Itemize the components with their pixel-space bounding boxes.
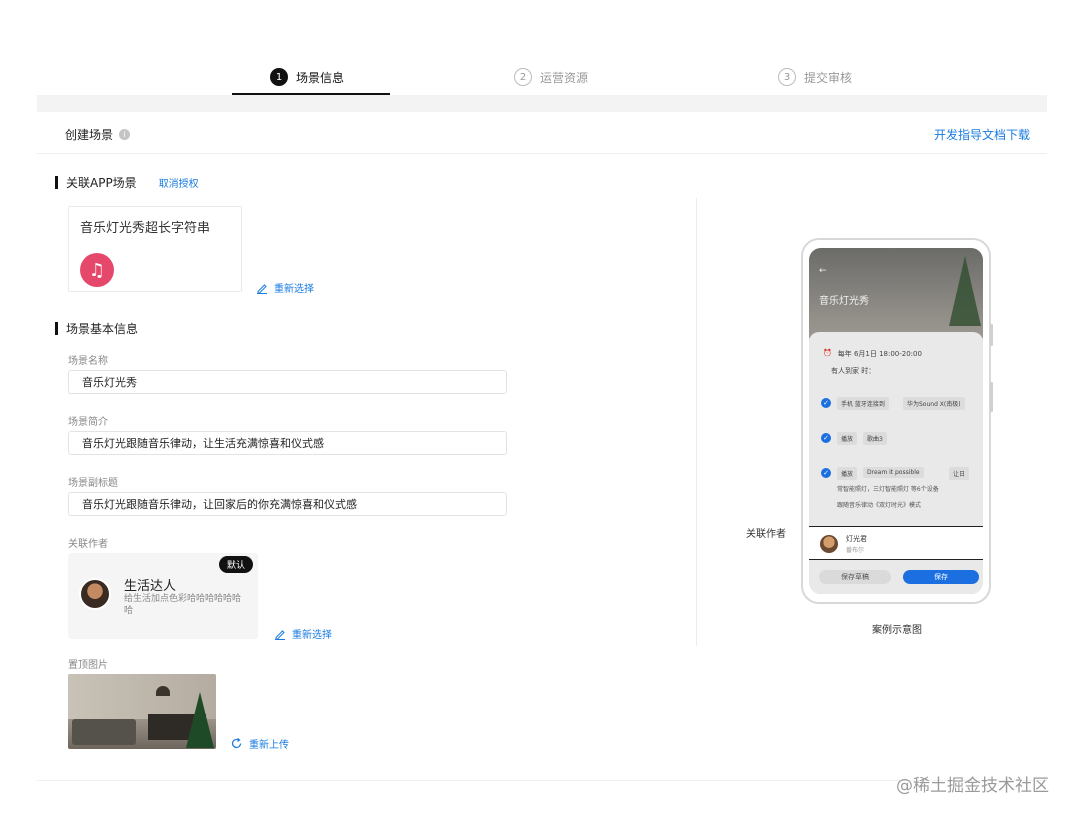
preview-caption: 案例示意图	[872, 625, 922, 636]
dev-doc-download-link[interactable]: 开发指导文档下载	[934, 126, 1030, 143]
header-band	[37, 95, 1047, 112]
cover-image	[68, 674, 216, 749]
cover-image-label: 置顶图片	[68, 660, 108, 671]
reupload-button[interactable]: 重新上传	[230, 736, 289, 751]
stepper: 1 场景信息 2 运营资源 3 提交审核	[0, 0, 1080, 96]
cancel-auth-link[interactable]: 取消授权	[159, 175, 199, 190]
preview-save-button: 保存	[903, 570, 979, 584]
scene-intro-label: 场景简介	[68, 417, 108, 428]
section-bar	[55, 176, 58, 189]
task-chip: 播放	[837, 467, 858, 480]
section-title-text: 关联APP场景	[66, 176, 137, 190]
scene-subtitle-input[interactable]: 音乐灯光跟随音乐律动，让回家后的你充满惊喜和仪式感	[68, 492, 507, 516]
edit-icon	[275, 629, 285, 640]
section-bar	[55, 322, 58, 335]
app-section-title: 关联APP场景 取消授权	[55, 174, 199, 191]
preview-time-text: 每年 6月1日 18:00-20:00	[837, 350, 922, 358]
cover-lamp	[156, 686, 170, 696]
step-number: 2	[514, 68, 532, 86]
preview-author-box: 灯光君 番布尔	[809, 526, 983, 560]
reupload-label: 重新上传	[249, 740, 289, 751]
basic-section-title: 场景基本信息	[55, 320, 138, 337]
phone-side-button	[990, 382, 993, 412]
preview-author-label: 关联作者	[746, 529, 786, 540]
preview-tree	[949, 256, 981, 326]
preview-author-sub: 番布尔	[846, 547, 865, 554]
divider	[37, 153, 1047, 154]
back-arrow-icon: ←	[819, 266, 827, 276]
phone-screen: ← 音乐灯光秀 ⏰ 每年 6月1日 18:00-20:00 有人到家 时： ✓ …	[809, 248, 983, 594]
step-scene-info[interactable]: 1 场景信息	[270, 66, 344, 88]
app-scene-card[interactable]: 音乐灯光秀超长字符串 ♫	[68, 206, 242, 292]
phone-preview: ← 音乐灯光秀 ⏰ 每年 6月1日 18:00-20:00 有人到家 时： ✓ …	[801, 238, 993, 604]
check-icon: ✓	[821, 433, 831, 443]
avatar	[820, 535, 838, 553]
task-chip: 手机 蓝牙连接到	[837, 397, 889, 410]
page-title: 创建场景 i	[65, 126, 131, 143]
step-number: 1	[270, 68, 288, 86]
edit-icon	[257, 283, 267, 294]
step-label: 运营资源	[540, 70, 589, 85]
task-chip: 歌曲3	[863, 432, 887, 445]
music-note-icon: ♫	[80, 253, 114, 287]
preview-time-row: ⏰ 每年 6月1日 18:00-20:00	[823, 349, 922, 359]
author-desc: 给生活加点色彩哈哈哈哈哈哈哈	[124, 594, 242, 616]
vertical-divider	[696, 198, 697, 646]
phone-side-button	[990, 324, 993, 346]
cover-sofa	[72, 719, 136, 745]
check-icon: ✓	[821, 398, 831, 408]
author-reselect-button[interactable]: 重新选择	[274, 626, 332, 641]
clock-icon: ⏰	[823, 349, 832, 357]
task-detail: 常智能照灯，三灯智能照灯 等6个设备	[837, 486, 939, 493]
refresh-icon	[231, 738, 242, 749]
task-chip: 播放	[837, 432, 858, 445]
scene-intro-input[interactable]: 音乐灯光跟随音乐律动，让生活充满惊喜和仪式感	[68, 431, 507, 455]
step-number: 3	[778, 68, 796, 86]
step-operation-resources[interactable]: 2 运营资源	[514, 66, 588, 88]
reselect-label: 重新选择	[292, 630, 332, 641]
check-icon: ✓	[821, 468, 831, 478]
author-card[interactable]: 生活达人 给生活加点色彩哈哈哈哈哈哈哈 默认	[68, 553, 258, 639]
cover-tree	[186, 692, 214, 748]
app-scene-name: 音乐灯光秀超长字符串	[80, 221, 211, 236]
reselect-label: 重新选择	[274, 284, 314, 295]
scene-subtitle-label: 场景副标题	[68, 478, 118, 489]
task-chip: 华为Sound X(南极)	[903, 397, 965, 410]
step-label: 提交审核	[804, 70, 853, 85]
scene-name-label: 场景名称	[68, 356, 108, 367]
info-icon[interactable]: i	[119, 129, 131, 140]
task-detail: 跟随音乐律动《双灯时光》模式	[837, 502, 922, 509]
page-title-text: 创建场景	[65, 128, 114, 142]
preview-author-name: 灯光君	[846, 535, 867, 543]
preview-hero-title: 音乐灯光秀	[819, 296, 869, 307]
scene-name-input[interactable]: 音乐灯光秀	[68, 370, 507, 394]
preview-draft-button: 保存草稿	[819, 570, 891, 584]
step-submit-review[interactable]: 3 提交审核	[778, 66, 852, 88]
step-label: 场景信息	[296, 70, 345, 85]
app-reselect-button[interactable]: 重新选择	[256, 280, 314, 295]
author-name: 生活达人	[124, 579, 177, 594]
preview-condition: 有人到家 时：	[831, 367, 876, 375]
task-chip: Dream it possible	[863, 467, 924, 478]
section-title-text: 场景基本信息	[66, 322, 139, 336]
avatar	[79, 578, 111, 610]
task-chip: 让日	[949, 467, 970, 480]
default-badge: 默认	[218, 556, 253, 573]
watermark: @稀土掘金技术社区	[896, 776, 1049, 796]
author-label: 关联作者	[68, 539, 108, 550]
